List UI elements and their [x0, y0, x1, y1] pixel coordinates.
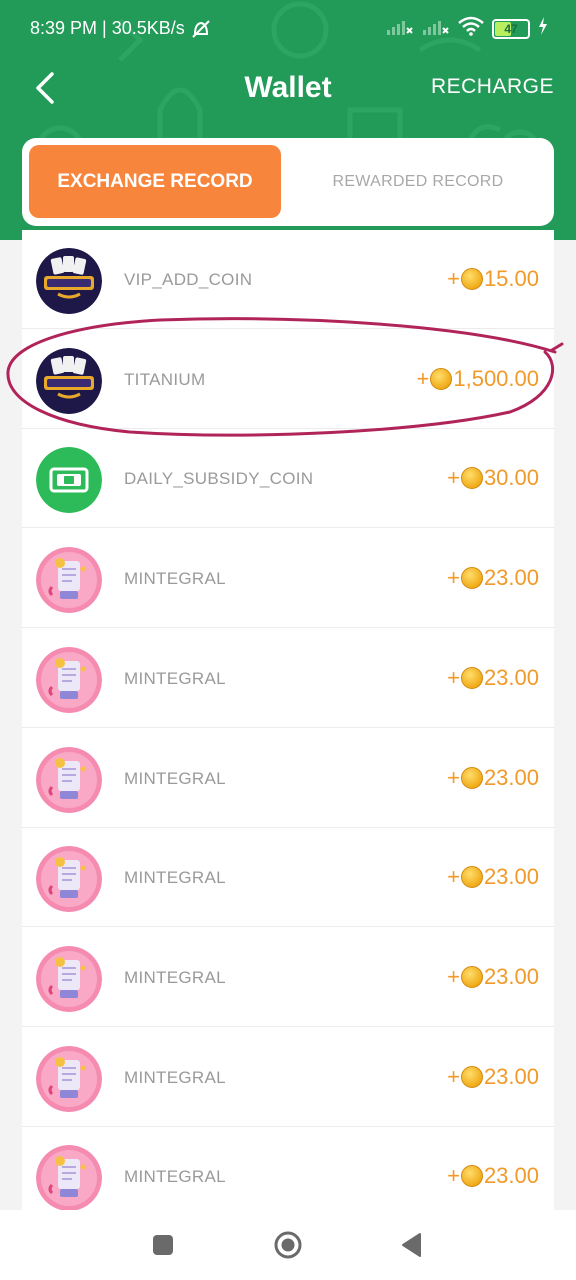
nav-back-button[interactable] [400, 1232, 424, 1258]
record-row[interactable]: MINTEGRAL +23.00 [22, 729, 554, 828]
record-name: DAILY_SUBSIDY_COIN [124, 469, 314, 489]
record-row[interactable]: MINTEGRAL +23.00 [22, 1127, 554, 1210]
tab-exchange-record[interactable]: EXCHANGE RECORD [29, 145, 281, 218]
tab-bar: EXCHANGE RECORD REWARDED RECORD [22, 138, 554, 226]
coin-icon [460, 866, 483, 889]
record-name: TITANIUM [124, 369, 206, 389]
amount-sign: + [447, 764, 460, 790]
mute-alarm-icon [190, 18, 212, 38]
amount-sign: + [447, 565, 460, 591]
record-name: MINTEGRAL [124, 967, 226, 987]
home-circle-icon [274, 1231, 302, 1259]
amount-sign: + [447, 266, 460, 291]
status-bar: 8:39 PM | 30.5KB/s 47 [0, 0, 576, 58]
coin-icon [460, 766, 483, 789]
record-row[interactable]: MINTEGRAL +23.00 [22, 629, 554, 728]
record-name: MINTEGRAL [124, 868, 226, 888]
coin-icon [460, 268, 483, 290]
amount-sign: + [416, 365, 430, 391]
record-row[interactable]: TITANIUM +1,500.00 [22, 330, 554, 429]
record-name: MINTEGRAL [124, 1167, 226, 1187]
signal-icon-2 [422, 16, 450, 41]
record-amount: +23.00 [447, 864, 539, 890]
record-row[interactable]: MINTEGRAL +23.00 [22, 828, 554, 928]
amount-value: 23.00 [483, 864, 539, 890]
record-amount: +23.00 [447, 964, 539, 990]
wifi-icon [458, 16, 484, 41]
status-time: 8:39 PM [30, 17, 98, 38]
coin-icon [460, 567, 483, 590]
coin-icon [460, 1065, 483, 1088]
record-row[interactable]: VIP_ADD_COIN +15.00 [22, 230, 554, 329]
tab-rewarded-record[interactable]: REWARDED RECORD [288, 145, 548, 218]
record-amount: +30.00 [447, 465, 539, 491]
record-row[interactable]: MINTEGRAL +23.00 [22, 928, 554, 1027]
home-button[interactable] [273, 1230, 303, 1260]
recharge-button[interactable]: RECHARGE [431, 75, 554, 99]
amount-value: 23.00 [483, 1063, 539, 1089]
amount-sign: + [447, 963, 460, 989]
record-row[interactable]: MINTEGRAL +23.00 [22, 529, 554, 629]
amount-value: 23.00 [483, 764, 539, 790]
mintegral-icon [36, 1145, 102, 1210]
triangle-back-icon [402, 1233, 421, 1257]
amount-sign: + [447, 864, 460, 890]
tangos-club-logo [36, 347, 102, 414]
record-name: MINTEGRAL [124, 569, 226, 589]
record-name: MINTEGRAL [124, 668, 226, 688]
amount-value: 23.00 [483, 664, 539, 690]
record-row[interactable]: DAILY_SUBSIDY_COIN +30.00 [22, 429, 554, 529]
amount-value: 23.00 [483, 963, 539, 989]
record-list: VIP_ADD_COIN +15.00 TITANIUM +1,500.00 DAILY… [22, 230, 554, 1210]
recents-button[interactable] [153, 1235, 173, 1255]
coin-icon [430, 367, 453, 390]
amount-value: 1,500.00 [453, 365, 539, 391]
amount-value: 23.00 [483, 565, 539, 591]
network-speed: 30.5KB/s [111, 17, 185, 38]
amount-value: 15.00 [483, 266, 539, 291]
record-amount: +23.00 [447, 1064, 539, 1090]
amount-value: 23.00 [483, 1163, 539, 1189]
mintegral-icon [36, 846, 102, 913]
header: 8:39 PM | 30.5KB/s 47 Wallet RECHARGE EX… [0, 0, 576, 240]
charging-icon [538, 17, 548, 40]
record-amount: +23.00 [447, 665, 539, 691]
coin-icon [460, 467, 483, 490]
system-nav-bar [0, 1210, 576, 1280]
record-amount: +15.00 [447, 266, 539, 292]
battery-icon: 47 [492, 18, 530, 39]
coin-icon [460, 965, 483, 988]
record-name: MINTEGRAL [124, 768, 226, 788]
cash-icon [36, 447, 102, 514]
mintegral-icon [36, 1045, 102, 1112]
mintegral-icon [36, 945, 102, 1012]
amount-sign: + [447, 1063, 460, 1089]
battery-level: 47 [504, 21, 518, 36]
tangos-club-logo [36, 248, 102, 314]
amount-sign: + [447, 1163, 460, 1189]
record-amount: +23.00 [447, 565, 539, 591]
amount-value: 30.00 [483, 465, 539, 491]
amount-sign: + [447, 465, 460, 491]
title-bar: Wallet RECHARGE [0, 58, 576, 120]
signal-icon [386, 16, 414, 41]
coin-icon [460, 666, 483, 689]
record-amount: +23.00 [447, 1163, 539, 1189]
record-name: VIP_ADD_COIN [124, 270, 253, 289]
record-amount: +1,500.00 [417, 366, 540, 392]
record-amount: +23.00 [447, 765, 539, 791]
record-name: MINTEGRAL [124, 1067, 226, 1087]
mintegral-icon [36, 746, 102, 813]
coin-icon [460, 1165, 483, 1188]
amount-sign: + [447, 664, 460, 690]
record-row[interactable]: MINTEGRAL +23.00 [22, 1028, 554, 1127]
mintegral-icon [36, 646, 102, 713]
mintegral-icon [36, 547, 102, 614]
